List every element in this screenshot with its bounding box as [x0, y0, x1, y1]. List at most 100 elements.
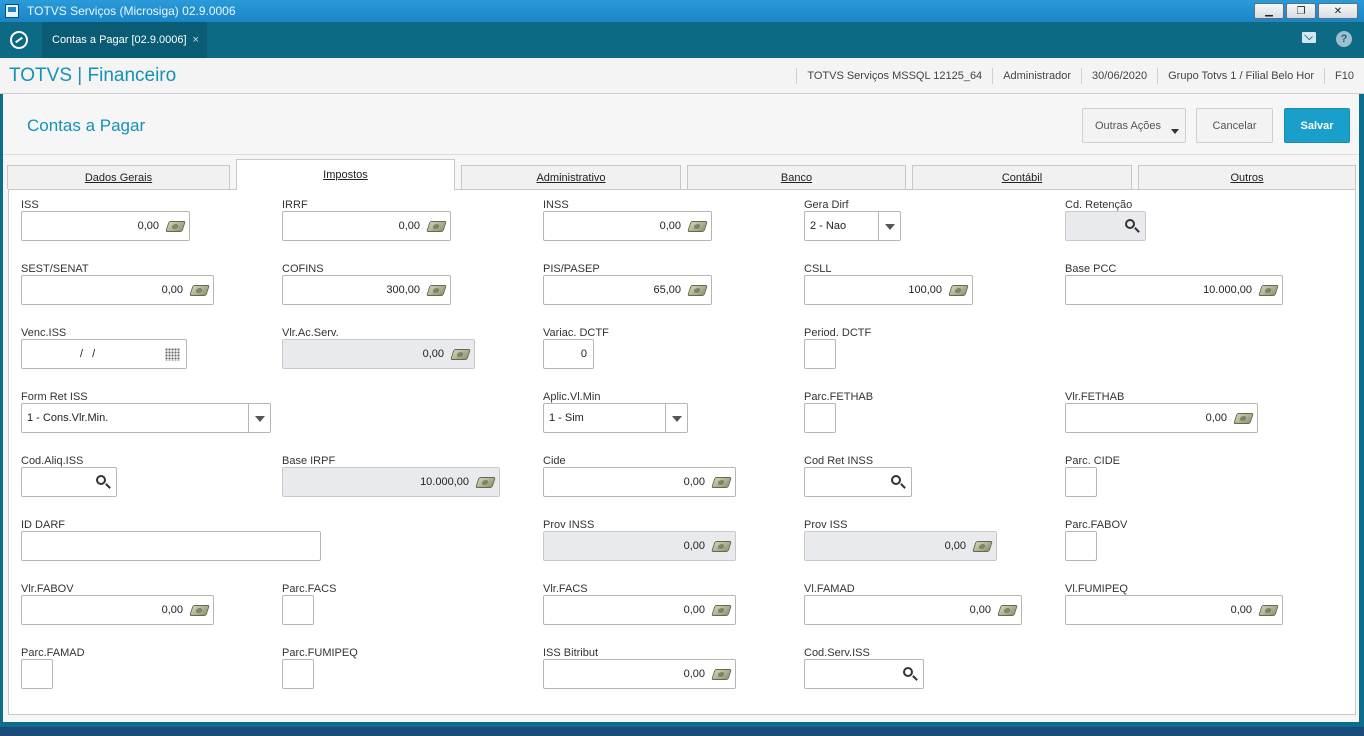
- cancel-button[interactable]: Cancelar: [1196, 108, 1273, 143]
- page-title: Contas a Pagar: [27, 116, 146, 135]
- help-icon[interactable]: ?: [1336, 31, 1352, 47]
- vl-famad-input[interactable]: 0,00: [804, 595, 1022, 625]
- vl-fumipeq-label: Vl.FUMIPEQ: [1065, 583, 1128, 595]
- money-icon[interactable]: [711, 669, 732, 680]
- iss-input[interactable]: 0,00: [21, 211, 190, 241]
- parc-fumipeq-input[interactable]: [282, 659, 314, 689]
- cod-serv-iss-label: Cod.Serv.ISS: [804, 647, 870, 659]
- mail-icon[interactable]: [1302, 32, 1316, 43]
- totvs-logo-icon[interactable]: [10, 31, 28, 49]
- money-icon[interactable]: [711, 605, 732, 616]
- parc-fabov-input[interactable]: [1065, 531, 1097, 561]
- search-icon[interactable]: [891, 475, 901, 485]
- money-icon[interactable]: [1258, 605, 1279, 616]
- vlr-ac-serv-label: Vlr.Ac.Serv.: [282, 327, 339, 339]
- money-icon[interactable]: [997, 605, 1018, 616]
- cide-label: Cide: [543, 455, 566, 467]
- id-darf-input[interactable]: [21, 531, 321, 561]
- money-icon[interactable]: [450, 349, 471, 360]
- parc-fethab-label: Parc.FETHAB: [804, 391, 874, 403]
- inss-value: 0,00: [659, 220, 681, 232]
- parc-fethab-input[interactable]: [804, 403, 836, 433]
- vlr-fethab-input[interactable]: 0,00: [1065, 403, 1258, 433]
- money-icon[interactable]: [165, 221, 186, 232]
- money-icon[interactable]: [475, 477, 496, 488]
- variac-dctf-input[interactable]: 0: [543, 339, 594, 369]
- parc-famad-input[interactable]: [21, 659, 53, 689]
- money-icon[interactable]: [711, 477, 732, 488]
- money-icon[interactable]: [426, 221, 447, 232]
- other-actions-button[interactable]: Outras Ações: [1082, 108, 1186, 143]
- iss-bitribut-input[interactable]: 0,00: [543, 659, 736, 689]
- vlr-ac-serv-input[interactable]: 0,00: [282, 339, 475, 369]
- tab-banco[interactable]: Banco: [687, 165, 906, 189]
- cod-aliq-iss-label: Cod.Aliq.ISS: [21, 455, 84, 467]
- restore-button[interactable]: ❐: [1286, 3, 1316, 19]
- app-tabbar: Contas a Pagar [02.9.0006] × ?: [0, 22, 1364, 58]
- money-icon[interactable]: [426, 285, 447, 296]
- parc-famad-label: Parc.FAMAD: [21, 647, 85, 659]
- sest-senat-value: 0,00: [161, 284, 183, 296]
- cod-serv-iss-input[interactable]: [804, 659, 924, 689]
- shortcut-label[interactable]: F10: [1324, 68, 1364, 84]
- environment-label: TOTVS Serviços MSSQL 12125_64: [796, 68, 992, 84]
- cd-retencao-input[interactable]: [1065, 211, 1146, 241]
- search-icon[interactable]: [1125, 219, 1135, 229]
- parc-facs-input[interactable]: [282, 595, 314, 625]
- money-icon[interactable]: [687, 285, 708, 296]
- period-dctf-input[interactable]: [804, 339, 836, 369]
- money-icon[interactable]: [711, 541, 732, 552]
- base-irpf-label: Base IRPF: [282, 455, 336, 467]
- tab-dados-gerais[interactable]: Dados Gerais: [7, 165, 230, 189]
- tab-administrativo[interactable]: Administrativo: [461, 165, 681, 189]
- app-tab-contas-a-pagar[interactable]: Contas a Pagar [02.9.0006] ×: [42, 22, 207, 58]
- money-icon[interactable]: [1258, 285, 1279, 296]
- csll-input[interactable]: 100,00: [804, 275, 973, 305]
- vlr-facs-input[interactable]: 0,00: [543, 595, 736, 625]
- cod-ret-inss-input[interactable]: [804, 467, 912, 497]
- chevron-down-icon[interactable]: [878, 212, 900, 240]
- branch-label: Grupo Totvs 1 / Filial Belo Hor: [1157, 68, 1324, 84]
- money-icon[interactable]: [189, 605, 210, 616]
- cod-aliq-iss-input[interactable]: [21, 467, 117, 497]
- tab-contabil[interactable]: Contábil: [912, 165, 1132, 189]
- sest-senat-input[interactable]: 0,00: [21, 275, 214, 305]
- gera-dirf-select[interactable]: 2 - Nao: [804, 211, 901, 241]
- prov-inss-input[interactable]: 0,00: [543, 531, 736, 561]
- module-title: TOTVS | Financeiro: [9, 65, 177, 86]
- inss-input[interactable]: 0,00: [543, 211, 712, 241]
- money-icon[interactable]: [972, 541, 993, 552]
- vl-fumipeq-input[interactable]: 0,00: [1065, 595, 1283, 625]
- form-ret-iss-select[interactable]: 1 - Cons.Vlr.Min.: [21, 403, 271, 433]
- money-icon[interactable]: [1233, 413, 1254, 424]
- close-window-button[interactable]: ✕: [1318, 3, 1358, 19]
- gera-dirf-label: Gera Dirf: [804, 199, 849, 211]
- pis-pasep-label: PIS/PASEP: [543, 263, 600, 275]
- window-controls: ▁ ❐ ✕: [1254, 3, 1358, 19]
- aplic-vl-min-select[interactable]: 1 - Sim: [543, 403, 688, 433]
- tab-impostos[interactable]: Impostos: [236, 159, 455, 190]
- pis-pasep-input[interactable]: 65,00: [543, 275, 712, 305]
- search-icon[interactable]: [96, 475, 106, 485]
- base-pcc-input[interactable]: 10.000,00: [1065, 275, 1283, 305]
- save-button[interactable]: Salvar: [1284, 108, 1350, 143]
- money-icon[interactable]: [189, 285, 210, 296]
- minimize-button[interactable]: ▁: [1254, 3, 1284, 19]
- parc-cide-input[interactable]: [1065, 467, 1097, 497]
- chevron-down-icon[interactable]: [665, 404, 687, 432]
- vlr-fabov-input[interactable]: 0,00: [21, 595, 214, 625]
- tab-outros[interactable]: Outros: [1138, 165, 1356, 189]
- chevron-down-icon[interactable]: [248, 404, 270, 432]
- cide-input[interactable]: 0,00: [543, 467, 736, 497]
- irrf-input[interactable]: 0,00: [282, 211, 451, 241]
- calendar-icon[interactable]: [165, 348, 180, 361]
- venc-iss-input[interactable]: / /: [21, 339, 187, 369]
- search-icon[interactable]: [903, 667, 913, 677]
- base-irpf-input[interactable]: 10.000,00: [282, 467, 500, 497]
- form-ret-iss-label: Form Ret ISS: [21, 391, 88, 403]
- app-tab-close-icon[interactable]: ×: [193, 34, 199, 46]
- cofins-input[interactable]: 300,00: [282, 275, 451, 305]
- prov-iss-input[interactable]: 0,00: [804, 531, 997, 561]
- money-icon[interactable]: [687, 221, 708, 232]
- money-icon[interactable]: [948, 285, 969, 296]
